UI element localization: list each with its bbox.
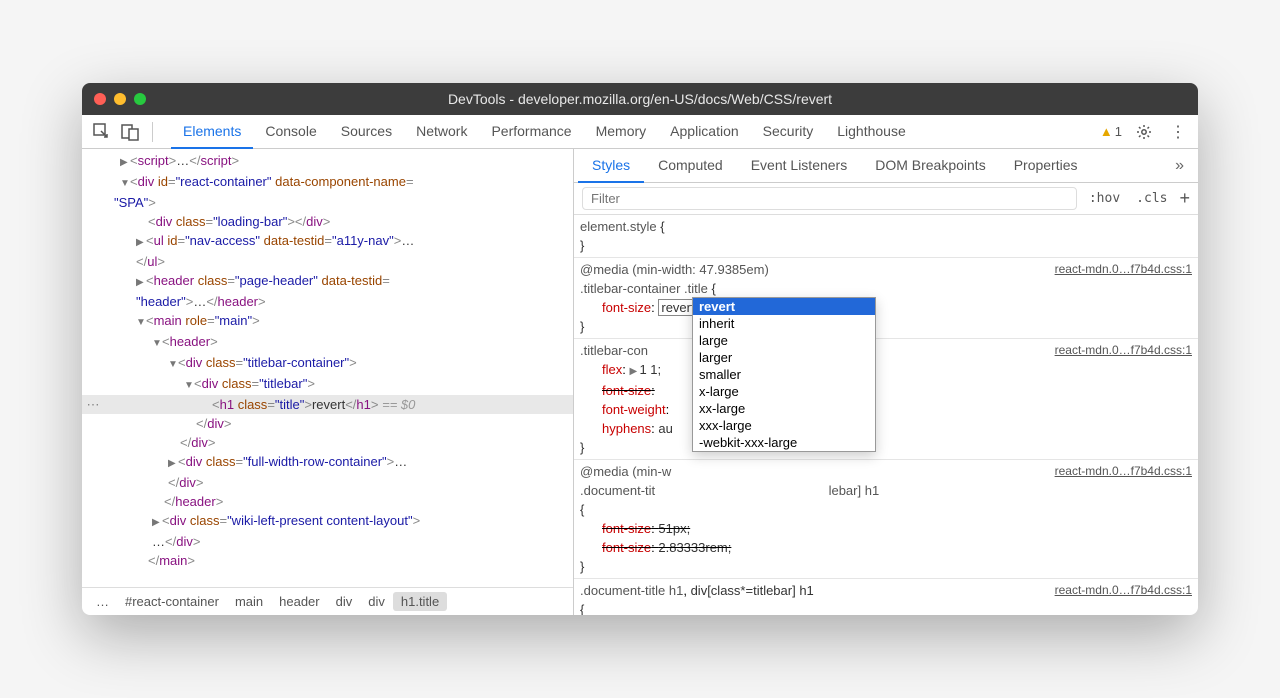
bc-h1-title[interactable]: h1.title <box>393 592 447 611</box>
ac-item-larger[interactable]: larger <box>693 349 875 366</box>
filter-bar: :hov .cls + <box>574 183 1198 215</box>
source-link[interactable]: react-mdn.0…f7b4d.css:1 <box>1055 462 1192 481</box>
rule-element-style[interactable]: element.style { } <box>574 215 1198 258</box>
ac-item-x-large[interactable]: x-large <box>693 383 875 400</box>
devtools-window: DevTools - developer.mozilla.org/en-US/d… <box>82 83 1198 615</box>
minimize-button[interactable] <box>114 93 126 105</box>
divider <box>152 122 153 142</box>
ac-item-revert[interactable]: revert <box>693 298 875 315</box>
ac-item-xxx-large[interactable]: xxx-large <box>693 417 875 434</box>
toolbar-right: ▲ 1 ⋮ <box>1100 120 1190 144</box>
dom-tree[interactable]: ▶<script>…</script> ▼<div id="react-cont… <box>82 149 573 587</box>
filter-input[interactable] <box>582 187 1077 210</box>
close-button[interactable] <box>94 93 106 105</box>
inspect-icon[interactable] <box>90 120 114 144</box>
rule-titlebar-title[interactable]: react-mdn.0…f7b4d.css:1 @media (min-widt… <box>574 258 1198 339</box>
rule-titlebar-con[interactable]: react-mdn.0…f7b4d.css:1 .titlebar-con fl… <box>574 339 1198 460</box>
cls-button[interactable]: .cls <box>1132 191 1171 206</box>
source-link[interactable]: react-mdn.0…f7b4d.css:1 <box>1055 581 1192 600</box>
more-subtabs-icon[interactable]: » <box>1165 157 1194 175</box>
tab-sources[interactable]: Sources <box>329 115 404 149</box>
warning-badge[interactable]: ▲ 1 <box>1100 124 1122 139</box>
tab-security[interactable]: Security <box>751 115 826 149</box>
main-toolbar: Elements Console Sources Network Perform… <box>82 115 1198 149</box>
ac-item-large[interactable]: large <box>693 332 875 349</box>
maximize-button[interactable] <box>134 93 146 105</box>
subtab-styles[interactable]: Styles <box>578 149 644 183</box>
bc-react-container[interactable]: #react-container <box>117 592 227 611</box>
subtab-computed[interactable]: Computed <box>644 149 737 183</box>
bc-header[interactable]: header <box>271 592 327 611</box>
source-link[interactable]: react-mdn.0…f7b4d.css:1 <box>1055 260 1192 279</box>
ac-item-webkit-xxx-large[interactable]: -webkit-xxx-large <box>693 434 875 451</box>
warning-count: 1 <box>1115 124 1122 139</box>
tab-console[interactable]: Console <box>253 115 328 149</box>
bc-div1[interactable]: div <box>328 592 361 611</box>
main-tabs: Elements Console Sources Network Perform… <box>171 115 918 149</box>
subtab-dom-breakpoints[interactable]: DOM Breakpoints <box>861 149 999 183</box>
content-area: ▶<script>…</script> ▼<div id="react-cont… <box>82 149 1198 615</box>
ac-item-inherit[interactable]: inherit <box>693 315 875 332</box>
bc-div2[interactable]: div <box>360 592 393 611</box>
window-title: DevTools - developer.mozilla.org/en-US/d… <box>448 91 832 107</box>
settings-icon[interactable] <box>1132 120 1156 144</box>
ac-item-smaller[interactable]: smaller <box>693 366 875 383</box>
autocomplete-popup: revert inherit large larger smaller x-la… <box>692 297 876 452</box>
styles-subtabs: Styles Computed Event Listeners DOM Brea… <box>574 149 1198 183</box>
rule-document-title-h1[interactable]: react-mdn.0…f7b4d.css:1 .document-title … <box>574 579 1198 615</box>
hov-button[interactable]: :hov <box>1085 191 1124 206</box>
kebab-icon[interactable]: ⋮ <box>1166 120 1190 144</box>
add-rule-button[interactable]: + <box>1179 188 1190 209</box>
styles-rules[interactable]: element.style { } react-mdn.0…f7b4d.css:… <box>574 215 1198 615</box>
tab-memory[interactable]: Memory <box>584 115 659 149</box>
styles-panel: Styles Computed Event Listeners DOM Brea… <box>574 149 1198 615</box>
tab-application[interactable]: Application <box>658 115 751 149</box>
traffic-lights <box>94 93 146 105</box>
elements-panel: ▶<script>…</script> ▼<div id="react-cont… <box>82 149 574 615</box>
tab-elements[interactable]: Elements <box>171 115 253 149</box>
subtab-event-listeners[interactable]: Event Listeners <box>737 149 862 183</box>
tab-performance[interactable]: Performance <box>479 115 583 149</box>
tab-network[interactable]: Network <box>404 115 479 149</box>
subtab-properties[interactable]: Properties <box>1000 149 1092 183</box>
window-titlebar: DevTools - developer.mozilla.org/en-US/d… <box>82 83 1198 115</box>
bc-main[interactable]: main <box>227 592 271 611</box>
ac-item-xx-large[interactable]: xx-large <box>693 400 875 417</box>
source-link[interactable]: react-mdn.0…f7b4d.css:1 <box>1055 341 1192 360</box>
tab-lighthouse[interactable]: Lighthouse <box>825 115 918 149</box>
bc-overflow[interactable]: … <box>88 592 117 611</box>
warning-icon: ▲ <box>1100 124 1113 139</box>
breadcrumb-bar: … #react-container main header div div h… <box>82 587 573 615</box>
rule-document-title-media[interactable]: react-mdn.0…f7b4d.css:1 @media (min-w .d… <box>574 460 1198 579</box>
device-toggle-icon[interactable] <box>118 120 142 144</box>
